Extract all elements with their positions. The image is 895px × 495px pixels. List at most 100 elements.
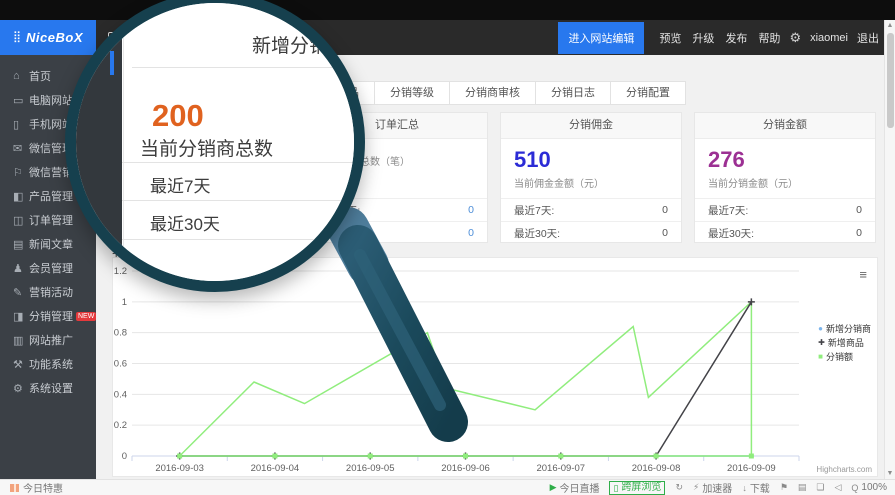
username[interactable]: xiaomei [810,32,848,44]
main-content: 分销产品分销等级分销商审核分销日志分销配置 新增分销商200当前分销商总数最近7… [96,55,884,479]
card-row-value[interactable]: 0 [274,227,280,239]
card-stat-row: 最近7天:0 [113,198,293,221]
card-stat-row: 最近30天:0 [113,221,293,244]
tab[interactable]: 分销配置 [610,81,686,105]
sidebar-item[interactable]: ▥网站推广 [0,328,96,352]
card-row-value[interactable]: 0 [274,204,280,216]
card-row-value[interactable]: 0 [856,227,862,239]
sidebar-item-label: 手机网站 [29,116,73,132]
statusbar-item[interactable]: ◁ [834,482,841,493]
topbar: ⣿ NiceBoX 进入网站编辑 预览升级发布帮助 ⚙ xiaomei 退出 [0,20,895,55]
card-row-label: 最近30天: [708,226,754,241]
sidebar-item[interactable]: ▯手机网站 [0,112,96,136]
legend-item[interactable]: ✚新增商品 [818,336,871,349]
home-icon: ⌂ [13,70,29,82]
card-row-label: 最近30天: [514,226,560,241]
topbar-link[interactable]: 预览 [659,30,681,46]
card-row-value[interactable]: 0 [662,227,668,239]
sidebar-item[interactable]: ✉微信管理 [0,136,96,160]
topbar-link[interactable]: 帮助 [758,30,780,46]
sidebar-item-label: 电脑网站 [29,92,73,108]
card-stat-row: 最近30天:0 [307,221,487,244]
gear-icon[interactable]: ⚙ [789,30,801,46]
sidebar-item-label: 订单管理 [29,212,73,228]
function-system-icon: ⚒ [13,358,29,371]
statusbar-item[interactable]: ❏ [816,482,824,493]
tab[interactable]: 分销商审核 [449,81,536,105]
statusbar-tools: ▶今日直播 ▯跨屏浏览 ↻ ⚡加速器 ↓下载 ⚑ ▤ ❏ ◁ Q100% [550,480,895,495]
sidebar-item-label: 微信管理 [29,140,73,156]
sidebar-item-label: 产品管理 [29,188,73,204]
stat-card: 新增分销商200当前分销商总数最近7天:0最近30天:0 [112,112,294,243]
statusbar-item[interactable]: Q100% [851,482,887,493]
sidebar-item[interactable]: ▤新闻文章 [0,232,96,256]
svg-text:0.2: 0.2 [114,420,127,431]
statusbar-item-label: 100% [861,482,887,493]
sidebar-item[interactable]: ✎营销活动 [0,280,96,304]
chart-menu-icon[interactable]: ≡ [859,268,867,281]
scroll-up-icon[interactable]: ▲ [885,20,895,31]
chart-legend: ●新增分销商✚新增商品■分销额 [818,322,871,363]
daily-deal-item[interactable]: 今日特惠 [0,480,63,495]
card-value: 200 [126,149,280,171]
legend-marker-icon: ■ [818,353,823,361]
desktop-preview-icon[interactable] [108,32,125,44]
product-manage-icon: ◧ [13,190,29,203]
accelerator-icon: ⚡ [693,482,699,493]
statusbar-item[interactable]: ▶今日直播 [550,480,600,495]
topbar-link[interactable]: 发布 [725,30,747,46]
sound-icon: ◁ [834,482,841,493]
window-top-strip [0,0,895,20]
sidebar-item-label: 功能系统 [29,356,73,372]
enter-site-edit-button[interactable]: 进入网站编辑 [558,22,644,54]
grid-menu-icon: ⣿ [13,32,20,43]
card-row-value[interactable]: 0 [468,227,474,239]
card-row-value[interactable]: 0 [856,204,862,216]
order-manage-icon: ◫ [13,214,29,227]
scroll-down-icon[interactable]: ▼ [885,468,895,479]
tab[interactable]: 分销产品 [299,81,375,105]
chart-credits[interactable]: Highcharts.com [816,465,872,474]
statusbar-item[interactable]: ▤ [798,482,807,493]
sidebar-item[interactable]: ◧产品管理 [0,184,96,208]
tab[interactable]: 分销等级 [374,81,450,105]
statusbar-item[interactable]: ↻ [675,482,683,493]
sidebar-item[interactable]: ⚙系统设置 [0,376,96,400]
svg-text:2016-09-07: 2016-09-07 [536,463,585,474]
stat-card: 分销金额276当前分销金额（元）最近7天:0最近30天:0 [694,112,876,243]
vertical-scrollbar[interactable]: ▲ ▼ [884,20,895,479]
card-row-value[interactable]: 0 [468,204,474,216]
sidebar-item[interactable]: ▭电脑网站 [0,88,96,112]
logout-link[interactable]: 退出 [857,30,879,46]
sidebar-item[interactable]: ⚒功能系统 [0,352,96,376]
card-title: 订单汇总 [307,113,487,139]
topbar-link[interactable]: 升级 [692,30,714,46]
card-body: 200当前分销商总数 [113,139,293,198]
statusbar-item[interactable]: ↓下载 [742,480,770,495]
statusbar-item[interactable]: ⚑ [780,482,788,493]
stat-card: 订单汇总当前订单总数（笔）最近7天:0最近30天:0 [306,112,488,243]
logo[interactable]: ⣿ NiceBoX [0,20,96,55]
card-body: 276当前分销金额（元） [695,139,875,198]
legend-item[interactable]: ●新增分销商 [818,322,871,335]
statusbar-item[interactable]: ⚡加速器 [693,480,732,495]
sidebar-item[interactable]: ♟会员管理 [0,256,96,280]
sidebar-item[interactable]: ◫订单管理 [0,208,96,232]
wechat-manage-icon: ✉ [13,142,29,155]
sidebar-item[interactable]: ⌂首页 [0,64,96,88]
tab[interactable]: 分销日志 [535,81,611,105]
sidebar-item[interactable]: ◨分销管理NEW [0,304,96,328]
sidebar-item[interactable]: ⚐微信营销NEW [0,160,96,184]
new-badge: NEW [76,312,96,321]
flag-icon: ⚑ [780,482,788,493]
svg-text:0.8: 0.8 [114,328,127,339]
legend-item[interactable]: ■分销额 [818,350,871,363]
system-settings-icon: ⚙ [13,382,29,395]
statusbar-item[interactable]: ▯跨屏浏览 [609,481,665,495]
svg-text:2016-09-09: 2016-09-09 [727,463,776,474]
card-value: 510 [514,149,668,171]
topbar-actions: 进入网站编辑 预览升级发布帮助 ⚙ xiaomei 退出 [558,22,895,54]
scrollbar-thumb[interactable] [887,33,894,128]
card-stat-row: 最近30天: 0 [501,221,681,244]
card-row-value[interactable]: 0 [662,204,668,216]
